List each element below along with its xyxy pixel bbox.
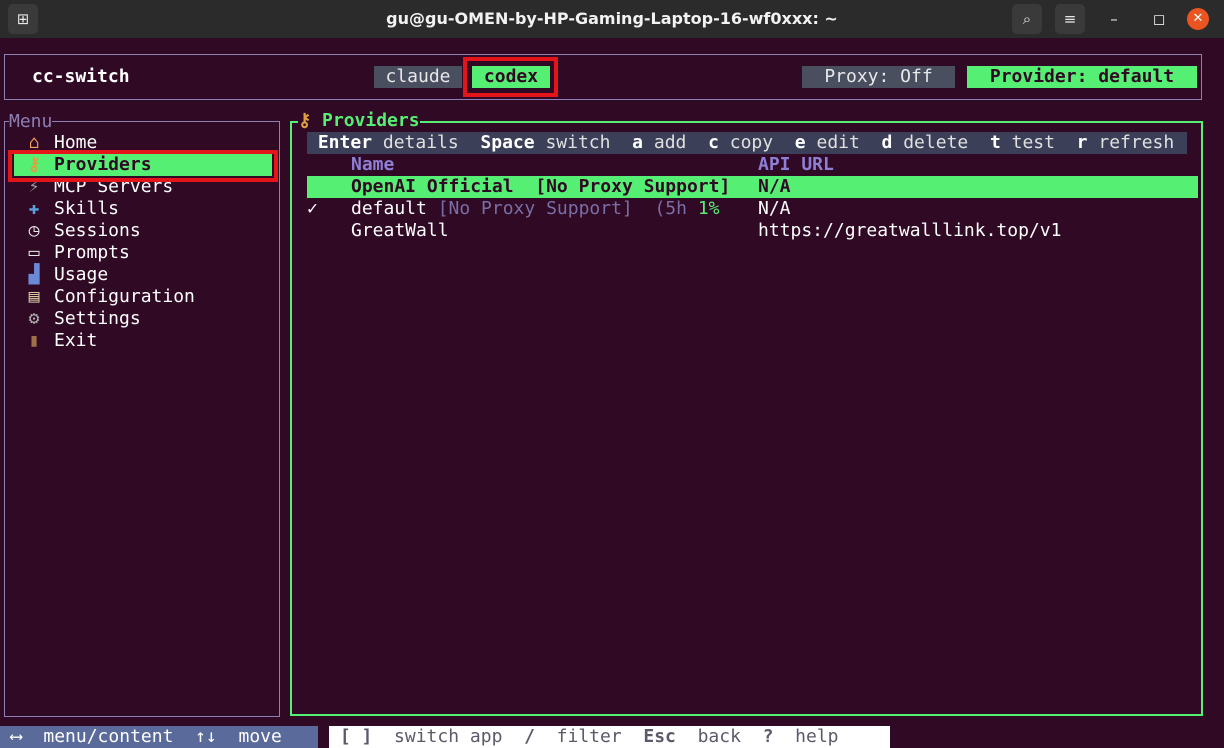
keybind-action: add [653, 132, 687, 153]
close-icon[interactable]: ✕ [1187, 8, 1209, 30]
menu-item-skills[interactable]: ✚ Skills [22, 198, 272, 220]
speech-bubble-icon: ▭ [28, 242, 40, 263]
search-icon[interactable]: ⌕ [1012, 4, 1042, 34]
keybind-key: Space [480, 132, 535, 153]
keybind-action: refresh [1098, 132, 1175, 153]
provider-url: https://greatwalllink.top/v1 [758, 220, 1062, 241]
provider-name: OpenAI Official [351, 176, 514, 197]
menu-title: Menu [9, 111, 53, 132]
provider-name: default [351, 198, 427, 219]
menu-item-exit[interactable]: ▮ Exit [22, 330, 272, 352]
table-row[interactable]: default [No Proxy Support] (5h 1% [351, 198, 720, 220]
column-header-api-url: API URL [758, 154, 834, 175]
footer-action-hints: [ ] switch app / filter Esc back ? help [329, 726, 890, 748]
menu-item-label: Settings [54, 308, 141, 329]
keybind-action: edit [816, 132, 860, 153]
providers-title-text: Providers [322, 110, 420, 131]
provider-status-badge: Provider: default [967, 66, 1197, 88]
provider-url: N/A [758, 176, 791, 197]
keybind-key: e [794, 132, 806, 153]
hamburger-menu-icon[interactable]: ≡ [1055, 4, 1085, 34]
footer-key: / [524, 726, 535, 747]
menu-item-label: Skills [54, 198, 120, 219]
menu-item-label: Usage [54, 264, 109, 285]
menu-item-configuration[interactable]: ▤ Configuration [22, 286, 272, 308]
keybind-action: copy [729, 132, 774, 153]
keybind-key: Enter [317, 132, 373, 153]
keybind-action: test [1011, 132, 1055, 153]
footer-action: back [697, 726, 741, 747]
footer-key: ? [762, 726, 774, 747]
tab-claude[interactable]: claude [374, 66, 462, 88]
keybind-key: c [708, 132, 719, 153]
provider-name: GreatWall [351, 220, 449, 241]
codex-tab-highlight [463, 57, 558, 97]
footer-nav-hints: ⟷ menu/content ↑↓ move [0, 726, 318, 748]
minimize-icon[interactable]: – [1103, 8, 1125, 30]
footer-key: [ ] [339, 726, 373, 747]
keybind-bar: Enter details Space switch a add c copy … [307, 132, 1187, 154]
key-icon: ⚷ [298, 110, 323, 131]
menu-item-settings[interactable]: ⚙ Settings [22, 308, 272, 330]
app-name: cc-switch [32, 66, 130, 87]
window-titlebar: ⊞ gu@gu-OMEN-by-HP-Gaming-Laptop-16-wf0x… [0, 0, 1224, 38]
footer-action: filter [556, 726, 622, 747]
providers-title: ⚷ Providers [298, 110, 420, 132]
keybind-action: delete [903, 132, 969, 153]
menu-item-usage[interactable]: ▟ Usage [22, 264, 272, 286]
footer-key: ⟷ [10, 726, 22, 747]
clock-icon: ◷ [28, 220, 40, 241]
menu-item-label: Prompts [54, 242, 130, 263]
keybind-key: t [989, 132, 1001, 153]
provider-tag: [No Proxy Support] [437, 198, 633, 219]
keybind-key: d [881, 132, 893, 153]
footer-action: help [795, 726, 839, 747]
provider-url: N/A [758, 198, 791, 219]
keybind-key: a [632, 132, 644, 153]
provider-tag: [No Proxy Support] [535, 176, 731, 197]
provider-usage-percent: 1% [697, 198, 720, 219]
menu-item-label: Exit [54, 330, 98, 351]
table-row[interactable]: OpenAI Official [No Proxy Support] [351, 176, 730, 198]
footer-action: menu/content [43, 726, 174, 747]
providers-highlight [8, 150, 278, 182]
active-check-icon: ✓ [307, 198, 318, 219]
menu-item-label: Configuration [54, 286, 195, 307]
wrench-icon: ⚙ [28, 308, 40, 329]
footer-action: switch app [394, 726, 503, 747]
table-row[interactable]: GreatWall [351, 220, 449, 242]
proxy-status-badge: Proxy: Off [802, 66, 955, 88]
bar-chart-icon: ▟ [28, 264, 40, 285]
column-header-name: Name [351, 154, 395, 175]
provider-usage-window: (5h [654, 198, 687, 219]
door-icon: ▮ [28, 330, 40, 351]
footer-key: ↑↓ [195, 726, 217, 747]
clipboard-icon: ▤ [28, 286, 40, 307]
keybind-key: r [1076, 132, 1088, 153]
maximize-icon[interactable]: ◻ [1148, 8, 1170, 30]
puzzle-icon: ✚ [28, 198, 40, 219]
menu-item-prompts[interactable]: ▭ Prompts [22, 242, 272, 264]
menu-item-label: Sessions [54, 220, 141, 241]
footer-key: Esc [643, 726, 676, 747]
keybind-action: details [382, 132, 459, 153]
keybind-action: switch [545, 132, 611, 153]
menu-item-sessions[interactable]: ◷ Sessions [22, 220, 272, 242]
footer-action: move [238, 726, 282, 747]
